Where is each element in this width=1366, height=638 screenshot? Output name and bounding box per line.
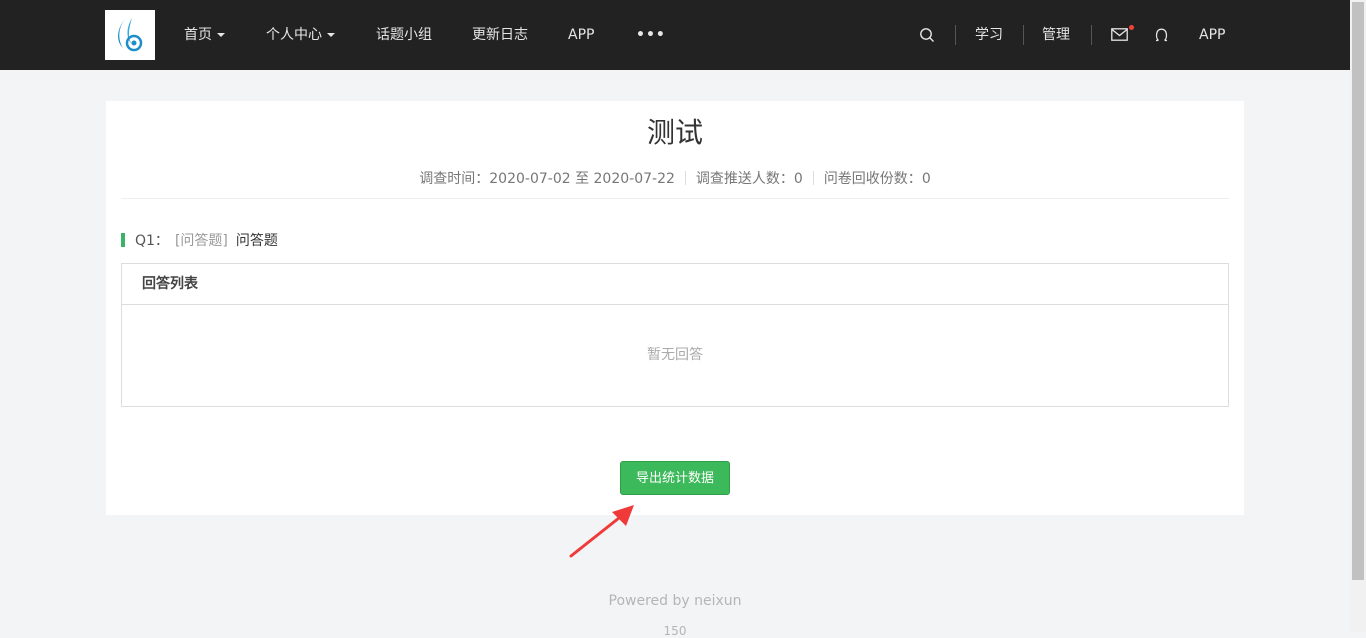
title-divider bbox=[121, 198, 1229, 199]
site-logo[interactable] bbox=[105, 10, 155, 60]
question-heading: Q1： [问答题] 问答题 bbox=[121, 232, 278, 250]
push-count-label: 调查推送人数： bbox=[695, 171, 794, 187]
nav-personal-center-label: 个人中心 bbox=[266, 27, 322, 43]
survey-push-count: 调查推送人数：0 bbox=[686, 169, 813, 189]
question-type: [问答题] bbox=[174, 233, 228, 249]
survey-time-value: 2020-07-02 至 2020-07-22 bbox=[489, 171, 675, 187]
unread-indicator bbox=[1129, 25, 1134, 30]
more-dots-icon[interactable]: ••• bbox=[636, 0, 666, 70]
push-count-value: 0 bbox=[793, 171, 803, 187]
messages-button[interactable] bbox=[1111, 0, 1128, 70]
scrollbar-thumb[interactable] bbox=[1352, 2, 1364, 580]
answer-list: 回答列表 暂无回答 bbox=[121, 263, 1229, 407]
mail-icon bbox=[1111, 28, 1128, 41]
nav-divider bbox=[1023, 25, 1024, 45]
nav-study-label: 学习 bbox=[975, 27, 1003, 43]
caret-down-icon bbox=[217, 33, 225, 37]
annotation-arrow-icon bbox=[569, 505, 634, 558]
empty-state: 暂无回答 bbox=[647, 347, 703, 363]
nav-personal-center[interactable]: 个人中心 bbox=[266, 0, 335, 70]
footer-powered-by: Powered by neixun bbox=[608, 593, 742, 609]
nav-home-label: 首页 bbox=[184, 27, 212, 43]
nav-study[interactable]: 学习 bbox=[975, 0, 1003, 70]
page-title: 测试 bbox=[646, 116, 703, 149]
nav-topic-groups-label: 话题小组 bbox=[376, 27, 432, 43]
logo-drop-icon bbox=[118, 16, 143, 52]
nav-manage[interactable]: 管理 bbox=[1042, 0, 1070, 70]
nav-app-label: APP bbox=[568, 27, 595, 43]
nav-changelog[interactable]: 更新日志 bbox=[472, 0, 528, 70]
survey-time: 调查时间：2020-07-02 至 2020-07-22 bbox=[409, 169, 685, 189]
survey-collect-count: 问卷回收份数：0 bbox=[814, 169, 941, 189]
nav-app-right-label: APP bbox=[1199, 27, 1226, 43]
nav-home[interactable]: 首页 bbox=[184, 0, 225, 70]
survey-result-panel: 测试 调查时间：2020-07-02 至 2020-07-22 调查推送人数：0 问… bbox=[106, 101, 1244, 515]
top-navbar: 首页 个人中心 话题小组 更新日志 APP ••• 学习 管理 APP bbox=[0, 0, 1350, 70]
nav-manage-label: 管理 bbox=[1042, 27, 1070, 43]
nav-topic-groups[interactable]: 话题小组 bbox=[376, 0, 432, 70]
answer-list-header: 回答列表 bbox=[122, 264, 1228, 305]
nav-changelog-label: 更新日志 bbox=[472, 27, 528, 43]
caret-down-icon bbox=[327, 33, 335, 37]
user-button[interactable] bbox=[1155, 0, 1168, 70]
footer-sub-text: 150 bbox=[663, 624, 687, 638]
collect-count-value: 0 bbox=[921, 171, 931, 187]
nav-app-right[interactable]: APP bbox=[1199, 0, 1225, 70]
survey-time-label: 调查时间： bbox=[419, 171, 490, 187]
user-icon bbox=[1155, 28, 1168, 42]
search-icon bbox=[920, 28, 934, 42]
question-number: Q1： bbox=[135, 233, 169, 249]
nav-divider bbox=[1091, 25, 1092, 45]
collect-count-label: 问卷回收份数： bbox=[823, 171, 922, 187]
question-text: 问答题 bbox=[235, 233, 278, 249]
nav-app[interactable]: APP bbox=[568, 0, 594, 70]
search-button[interactable] bbox=[919, 0, 935, 70]
survey-meta: 调查时间：2020-07-02 至 2020-07-22 调查推送人数：0 问卷回收… bbox=[106, 169, 1244, 189]
question-marker bbox=[121, 233, 125, 247]
export-stats-button[interactable]: 导出统计数据 bbox=[620, 461, 730, 495]
nav-divider bbox=[955, 25, 956, 45]
